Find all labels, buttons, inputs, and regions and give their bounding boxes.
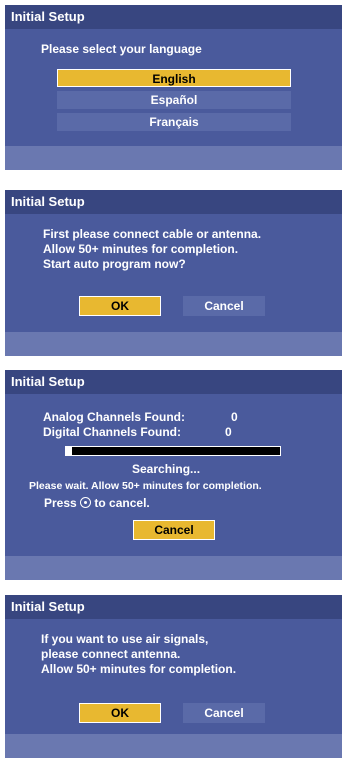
press-label: Press [44, 496, 77, 510]
language-prompt: Please select your language [41, 42, 202, 56]
panel-footer [5, 734, 342, 758]
cancel-button[interactable]: Cancel [183, 703, 265, 723]
ok-button[interactable]: OK [79, 703, 161, 723]
analog-channels-count: 0 [231, 410, 238, 424]
analog-channels-label: Analog Channels Found: [43, 410, 185, 424]
digital-channels-count: 0 [225, 425, 232, 439]
panel-title: Initial Setup [5, 5, 342, 29]
progress-fill [66, 447, 73, 455]
instruction-line: Allow 50+ minutes for completion. [43, 242, 239, 256]
panel-title: Initial Setup [5, 595, 342, 619]
panel-footer [5, 332, 342, 356]
connect-panel: Initial Setup First please connect cable… [5, 190, 342, 356]
air-signals-panel: Initial Setup If you want to use air sig… [5, 595, 342, 758]
search-progress-bar [65, 446, 281, 456]
wait-note: Please wait. Allow 50+ minutes for compl… [29, 480, 262, 492]
instruction-line: please connect antenna. [41, 647, 181, 661]
language-option-francais[interactable]: Français [57, 113, 291, 131]
panel-footer [5, 556, 342, 580]
panel-footer [5, 146, 342, 170]
searching-status: Searching... [132, 462, 201, 476]
digital-channels-label: Digital Channels Found: [43, 425, 181, 439]
cancel-button[interactable]: Cancel [183, 296, 265, 316]
search-panel: Initial Setup Analog Channels Found: 0 D… [5, 370, 342, 580]
instruction-line: Start auto program now? [43, 257, 186, 271]
to-cancel-label: to cancel. [94, 496, 150, 510]
press-to-cancel: Press to cancel. [44, 496, 150, 510]
panel-title: Initial Setup [5, 190, 342, 214]
language-option-espanol[interactable]: Español [57, 91, 291, 109]
panel-title: Initial Setup [5, 370, 342, 394]
circle-button-icon [80, 497, 92, 508]
language-option-english[interactable]: English [57, 69, 291, 87]
cancel-button[interactable]: Cancel [133, 520, 215, 540]
ok-button[interactable]: OK [79, 296, 161, 316]
language-panel: Initial Setup Please select your languag… [5, 5, 342, 170]
instruction-line: Allow 50+ minutes for completion. [41, 662, 237, 676]
instruction-line: If you want to use air signals, [41, 632, 209, 646]
instruction-line: First please connect cable or antenna. [43, 227, 262, 241]
